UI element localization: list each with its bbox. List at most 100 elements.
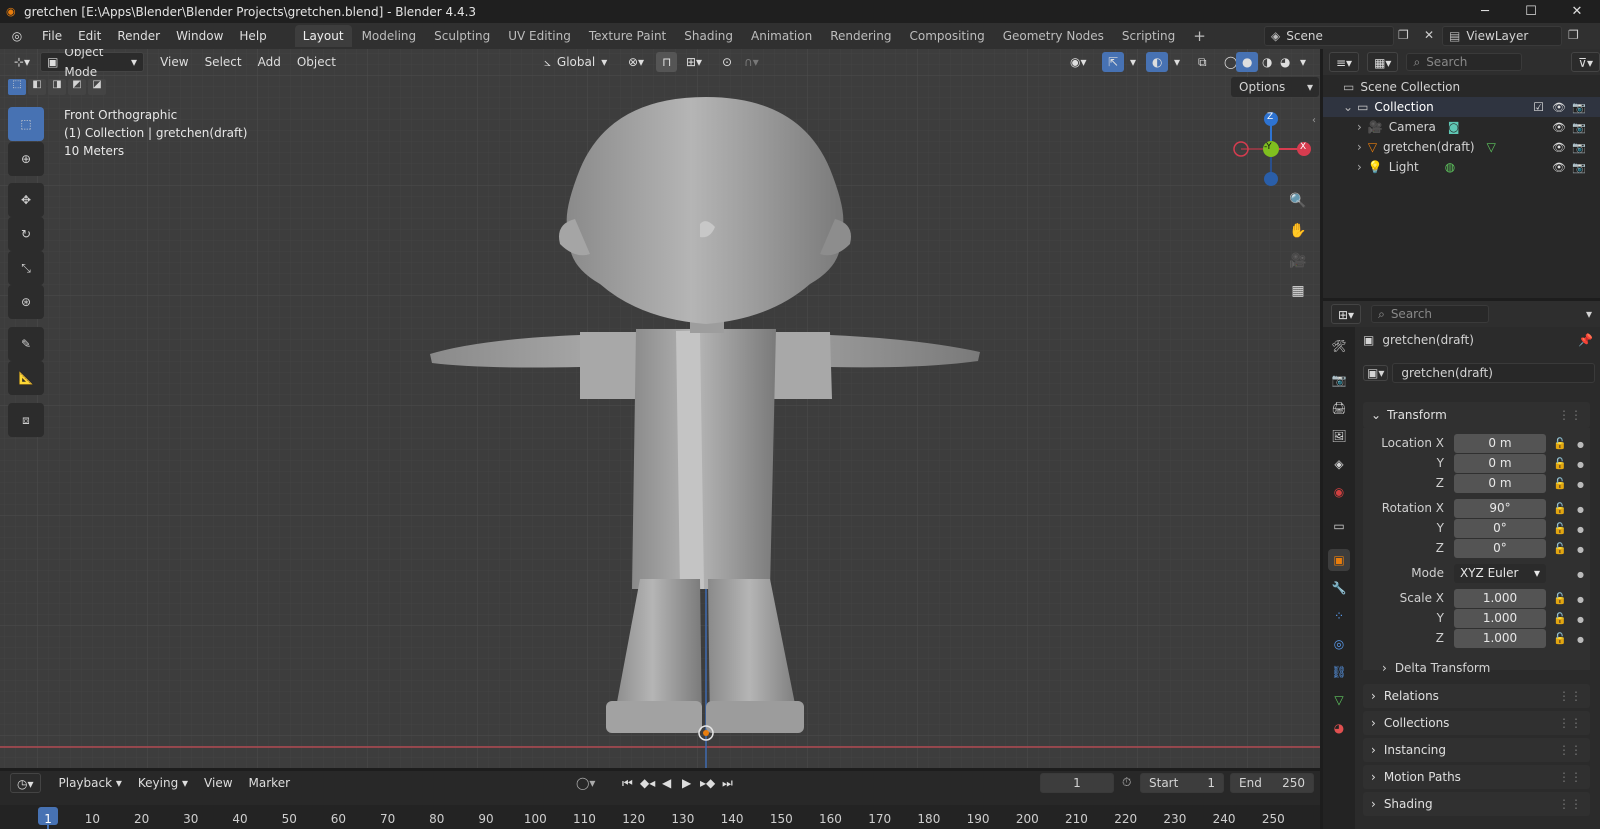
scene-selector[interactable]: ◈ Scene <box>1264 26 1394 46</box>
outliner-item-gretchen[interactable]: › ▽ gretchen(draft) ▽ 👁 📷 <box>1323 137 1600 157</box>
lock-icon[interactable]: 🔓 <box>1553 477 1567 490</box>
add-workspace-icon[interactable]: + <box>1185 25 1214 47</box>
object-datablock-icon[interactable]: ▣▾ <box>1363 365 1389 381</box>
falloff-icon[interactable]: ∩▾ <box>738 52 765 72</box>
snap-target-icon[interactable]: ⊞▾ <box>680 52 708 72</box>
transform-tool[interactable]: ⊛ <box>8 285 44 319</box>
lock-icon[interactable]: 🔓 <box>1553 592 1567 605</box>
render-camera-icon[interactable]: 📷 <box>1572 121 1586 134</box>
eye-icon[interactable]: 👁 <box>1552 161 1566 174</box>
chevron-down-icon[interactable]: ▾ <box>1124 52 1142 72</box>
scene-collection-row[interactable]: ▭ Scene Collection <box>1323 77 1600 97</box>
menu-file[interactable]: File <box>34 23 70 49</box>
lock-icon[interactable]: 🔓 <box>1553 632 1567 645</box>
select-subtract-icon[interactable]: ◨ <box>48 79 66 95</box>
new-viewlayer-icon[interactable]: ❐ <box>1568 28 1579 42</box>
properties-editor-type-icon[interactable]: ⊞▾ <box>1331 304 1362 324</box>
move-tool[interactable]: ✥ <box>8 183 44 217</box>
pin-icon[interactable]: 📌 <box>1578 333 1593 347</box>
keyframe-dot-icon[interactable]: ● <box>1577 570 1584 579</box>
maximize-button[interactable]: ☐ <box>1508 0 1554 23</box>
display-mode-icon[interactable]: ▦▾ <box>1367 52 1399 72</box>
outliner-search-field[interactable]: ⌕ Search <box>1406 53 1523 71</box>
drag-handle-icon[interactable]: ⋮⋮ <box>1558 689 1582 703</box>
collection-tab-icon[interactable]: ▭ <box>1328 515 1350 537</box>
tab-animation[interactable]: Animation <box>743 25 820 47</box>
auto-keying-icon[interactable]: ◯▾ <box>570 773 601 793</box>
current-frame-field[interactable]: 1 <box>1040 773 1114 793</box>
menu-window[interactable]: Window <box>168 23 231 49</box>
stopwatch-icon[interactable]: ⏱ <box>1122 775 1131 790</box>
keyframe-dot-icon[interactable]: ● <box>1577 525 1584 534</box>
scale-y-field[interactable]: 1.000 <box>1454 609 1546 628</box>
transform-panel-header[interactable]: ⌄ Transform ⋮⋮ <box>1363 402 1590 428</box>
navigation-gizmo[interactable] <box>1226 109 1316 199</box>
render-camera-icon[interactable]: 📷 <box>1572 141 1586 154</box>
chevron-down-icon[interactable]: ▾ <box>1586 307 1592 321</box>
outliner-item-light[interactable]: › 💡 Light ◍ 👁 📷 <box>1323 157 1600 177</box>
blender-menu-icon[interactable]: ◎ <box>0 29 34 43</box>
annotate-tool[interactable]: ✎ <box>8 327 44 361</box>
drag-handle-icon[interactable]: ⋮⋮ <box>1558 408 1582 422</box>
drag-handle-icon[interactable]: ⋮⋮ <box>1558 770 1582 784</box>
delta-transform-subpanel[interactable]: › Delta Transform <box>1382 661 1490 675</box>
select-extend-icon[interactable]: ◧ <box>28 79 46 95</box>
lock-icon[interactable]: 🔓 <box>1553 522 1567 535</box>
shading-panel[interactable]: › Shading ⋮⋮ <box>1363 792 1590 816</box>
snap-icon[interactable]: ⊓ <box>656 52 678 72</box>
chevron-down-icon[interactable]: ▾ <box>1168 52 1186 72</box>
collections-panel[interactable]: › Collections ⋮⋮ <box>1363 711 1590 735</box>
add-cube-tool[interactable]: ⧈ <box>8 403 44 437</box>
keyframe-dot-icon[interactable]: ● <box>1577 595 1584 604</box>
scale-x-field[interactable]: 1.000 <box>1454 589 1546 608</box>
rotation-y-field[interactable]: 0° <box>1454 519 1546 538</box>
mode-dropdown[interactable]: ▣ Object Mode ▾ <box>40 49 145 79</box>
location-y-field[interactable]: 0 m <box>1454 454 1546 473</box>
visibility-icon[interactable]: ◉▾ <box>1064 52 1093 72</box>
viewport-menu-select[interactable]: Select <box>199 52 248 72</box>
viewport-menu-add[interactable]: Add <box>252 52 287 72</box>
keyframe-dot-icon[interactable]: ● <box>1577 460 1584 469</box>
data-tab-icon[interactable]: ▽ <box>1328 689 1350 711</box>
instancing-panel[interactable]: › Instancing ⋮⋮ <box>1363 738 1590 762</box>
rotation-mode-dropdown[interactable]: XYZ Euler ▾ <box>1454 564 1546 583</box>
options-dropdown[interactable]: Options ▾ <box>1231 77 1319 97</box>
tab-layout[interactable]: Layout <box>294 25 352 47</box>
filter-icon[interactable]: ⊽▾ <box>1571 52 1600 72</box>
timeline-menu-playback[interactable]: Playback ▾ <box>53 773 128 793</box>
keyframe-dot-icon[interactable]: ● <box>1577 545 1584 554</box>
rotation-z-field[interactable]: 0° <box>1454 539 1546 558</box>
sidebar-toggle-icon[interactable]: ‹ <box>1312 115 1316 126</box>
pivot-point-icon[interactable]: ⊗▾ <box>622 52 650 72</box>
zoom-icon[interactable]: 🔍 <box>1284 187 1312 215</box>
tab-shading[interactable]: Shading <box>676 25 741 47</box>
select-invert-icon[interactable]: ◩ <box>68 79 86 95</box>
end-frame-field[interactable]: End 250 <box>1230 773 1314 793</box>
scene-tab-icon[interactable]: ◈ <box>1328 453 1350 475</box>
orientation-dropdown[interactable]: ⦣ Global ▾ <box>538 52 613 72</box>
tool-tab-icon[interactable]: 🛠 <box>1328 335 1350 357</box>
checkbox-icon[interactable]: ☑ <box>1533 100 1544 114</box>
datablock-name-field[interactable]: gretchen(draft) <box>1392 363 1595 383</box>
menu-edit[interactable]: Edit <box>70 23 109 49</box>
tab-uv-editing[interactable]: UV Editing <box>500 25 579 47</box>
xray-toggle-icon[interactable]: ⧉ <box>1192 52 1213 72</box>
viewport-menu-view[interactable]: View <box>154 52 194 72</box>
outliner-item-camera[interactable]: › 🎥 Camera ◙ 👁 📷 <box>1323 117 1600 137</box>
tab-modeling[interactable]: Modeling <box>354 25 425 47</box>
eye-icon[interactable]: 👁 <box>1552 141 1566 154</box>
location-x-field[interactable]: 0 m <box>1454 434 1546 453</box>
modifier-tab-icon[interactable]: 🔧 <box>1328 577 1350 599</box>
remove-scene-icon[interactable]: ✕ <box>1424 28 1434 42</box>
constraints-tab-icon[interactable]: ⛓ <box>1328 661 1350 683</box>
ortho-grid-icon[interactable]: ▦ <box>1284 277 1312 305</box>
tab-rendering[interactable]: Rendering <box>822 25 899 47</box>
drag-handle-icon[interactable]: ⋮⋮ <box>1558 797 1582 811</box>
timeline-menu-marker[interactable]: Marker <box>243 773 296 793</box>
gizmo-toggle-icon[interactable]: ⇱ <box>1102 52 1125 72</box>
location-z-field[interactable]: 0 m <box>1454 474 1546 493</box>
overlays-toggle-icon[interactable]: ◐ <box>1146 52 1169 72</box>
timeline-menu-keying[interactable]: Keying ▾ <box>132 773 194 793</box>
relations-panel[interactable]: › Relations ⋮⋮ <box>1363 684 1590 708</box>
select-box-tool[interactable]: ⬚ <box>8 107 44 141</box>
